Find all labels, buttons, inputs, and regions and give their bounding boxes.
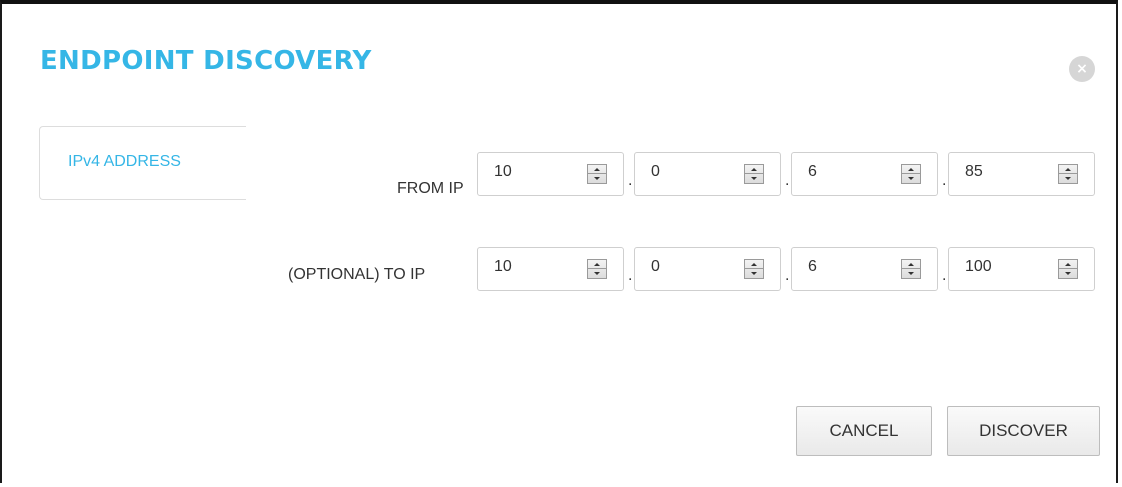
ip-separator: . [785,172,790,189]
octet-value: 6 [808,163,817,180]
ip-separator: . [628,267,633,284]
spinner-arrows-icon[interactable] [587,164,607,184]
spinner-arrows-icon[interactable] [587,259,607,279]
discover-button[interactable]: DISCOVER [947,406,1100,456]
spinner-arrows-icon[interactable] [1058,164,1078,184]
from-ip-octet-1[interactable]: 10 [477,152,624,196]
to-ip-octet-4[interactable]: 100 [948,247,1095,291]
from-ip-octet-4[interactable]: 85 [948,152,1095,196]
cancel-button[interactable]: CANCEL [796,406,932,456]
from-ip-octet-3[interactable]: 6 [791,152,938,196]
ip-separator: . [785,267,790,284]
spinner-arrows-icon[interactable] [1058,259,1078,279]
ip-separator: . [942,267,947,284]
endpoint-discovery-dialog: ENDPOINT DISCOVERY × IPv4 ADDRESS FROM I… [0,0,1118,483]
octet-value: 10 [494,163,512,180]
to-ip-octet-3[interactable]: 6 [791,247,938,291]
close-icon[interactable]: × [1069,56,1095,82]
tab-ipv4-address[interactable]: IPv4 ADDRESS [39,126,246,200]
ip-separator: . [942,172,947,189]
spinner-arrows-icon[interactable] [901,259,921,279]
spinner-arrows-icon[interactable] [901,164,921,184]
to-ip-octet-2[interactable]: 0 [634,247,781,291]
from-ip-octet-2[interactable]: 0 [634,152,781,196]
octet-value: 100 [965,258,992,275]
octet-value: 0 [651,163,660,180]
to-ip-octet-1[interactable]: 10 [477,247,624,291]
ip-separator: . [628,172,633,189]
tab-label: IPv4 ADDRESS [68,153,181,170]
spinner-arrows-icon[interactable] [744,259,764,279]
octet-value: 0 [651,258,660,275]
spinner-arrows-icon[interactable] [744,164,764,184]
octet-value: 10 [494,258,512,275]
dialog-title: ENDPOINT DISCOVERY [40,46,372,76]
to-ip-label: (OPTIONAL) TO IP [288,266,426,283]
octet-value: 85 [965,163,983,180]
from-ip-label: FROM IP [397,180,464,197]
octet-value: 6 [808,258,817,275]
